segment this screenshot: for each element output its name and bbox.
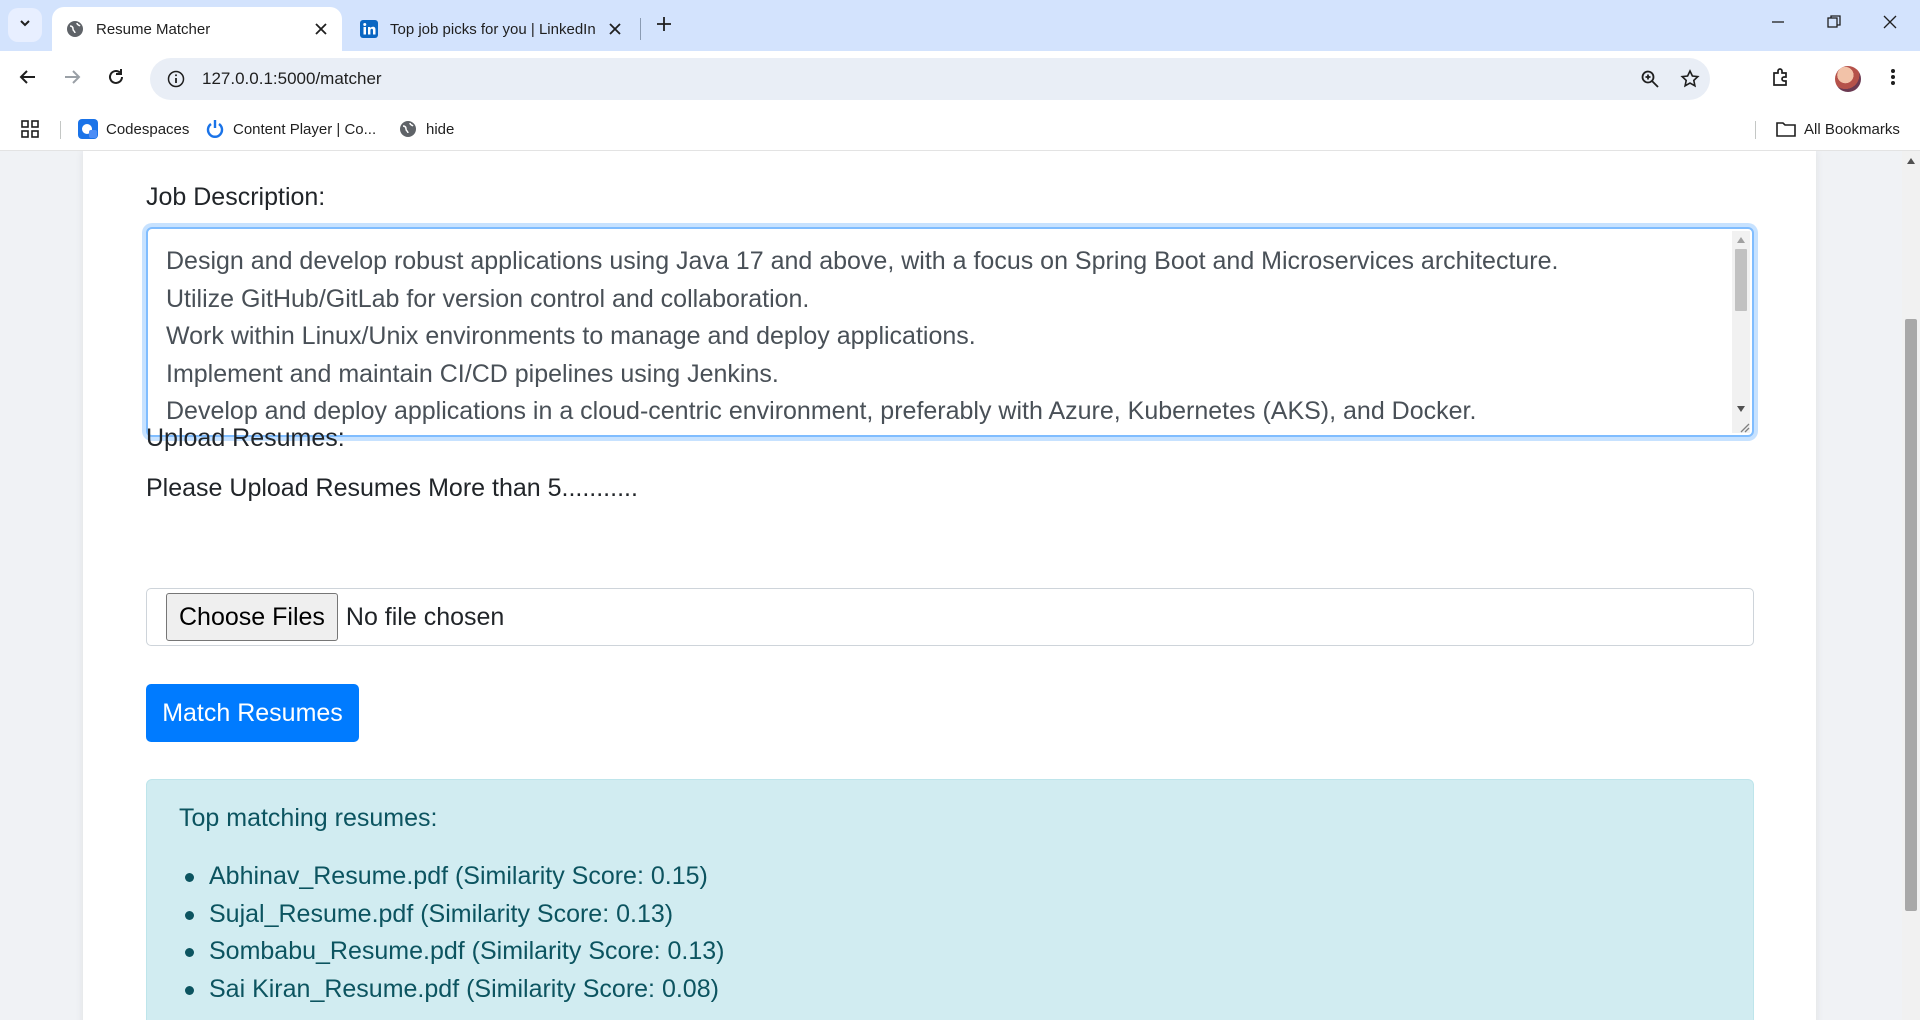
apps-grid-icon <box>20 119 40 139</box>
result-text: Sombabu_Resume.pdf (Similarity Score: 0.… <box>209 937 725 965</box>
bookmark-codespaces[interactable]: Codespaces <box>78 107 189 151</box>
match-resumes-button[interactable]: Match Resumes <box>146 684 359 742</box>
reload-icon <box>107 68 125 91</box>
page-viewport: Job Description: Design and develop robu… <box>0 151 1902 1020</box>
globe-icon <box>66 20 84 38</box>
page-scrollbar[interactable] <box>1902 151 1920 1020</box>
bookmark-label: hide <box>426 120 455 138</box>
choose-files-button[interactable]: Choose Files <box>166 593 338 641</box>
bullet-icon <box>185 910 194 920</box>
text-line: Implement and maintain CI/CD pipelines u… <box>166 359 779 388</box>
menu-button[interactable] <box>1875 61 1911 97</box>
restore-icon <box>1827 14 1841 34</box>
tab-search-button[interactable] <box>8 8 42 42</box>
plus-icon <box>656 16 672 37</box>
bullet-icon <box>185 948 194 957</box>
result-text: Abhinav_Resume.pdf (Similarity Score: 0.… <box>209 862 708 890</box>
file-input[interactable]: Choose Files No file chosen <box>146 588 1754 646</box>
all-bookmarks-button[interactable]: All Bookmarks <box>1776 107 1900 151</box>
reload-button[interactable] <box>98 61 134 97</box>
scrollbar-thumb[interactable] <box>1735 249 1747 311</box>
upload-hint: Please Upload Resumes More than 5.......… <box>146 474 638 502</box>
puzzle-icon <box>1771 67 1791 92</box>
tab-title: Resume Matcher <box>96 20 211 38</box>
forward-button[interactable] <box>54 61 90 97</box>
apps-button[interactable] <box>20 107 48 151</box>
close-icon[interactable] <box>310 18 332 40</box>
minimize-button[interactable] <box>1750 6 1806 42</box>
avatar <box>1835 66 1861 92</box>
tab-divider <box>640 18 641 40</box>
results-panel: Top matching resumes: Abhinav_Resume.pdf… <box>146 779 1754 1020</box>
bullet-icon <box>185 985 194 995</box>
job-description-label: Job Description: <box>146 183 326 211</box>
scroll-down-icon[interactable] <box>1735 403 1747 415</box>
tab-resume-matcher[interactable]: Resume Matcher <box>52 7 342 51</box>
address-bar[interactable]: 127.0.0.1:5000/matcher <box>150 58 1710 100</box>
site-info-icon[interactable] <box>164 67 188 91</box>
globe-icon <box>398 119 418 139</box>
tab-strip: Resume Matcher Top job picks for you | L… <box>0 0 1920 51</box>
zoom-icon[interactable] <box>1630 59 1670 99</box>
star-icon[interactable] <box>1670 59 1710 99</box>
arrow-right-icon <box>63 68 81 91</box>
bullet-icon <box>185 873 194 882</box>
tab-linkedin[interactable]: Top job picks for you | LinkedIn <box>346 7 636 51</box>
profile-button[interactable] <box>1830 61 1866 97</box>
text-line: Design and develop robust applications u… <box>166 247 1559 275</box>
extensions-button[interactable] <box>1763 61 1799 97</box>
scroll-up-icon[interactable] <box>1905 155 1917 167</box>
back-button[interactable] <box>10 61 46 97</box>
text-line: Utilize GitHub/GitLab for version contro… <box>166 284 810 313</box>
job-description-textarea[interactable]: Design and develop robust applications u… <box>146 227 1754 437</box>
result-item: Sujal_Resume.pdf (Similarity Score: 0.13… <box>185 896 725 934</box>
result-item: Abhinav_Resume.pdf (Similarity Score: 0.… <box>185 858 725 896</box>
close-icon <box>1883 15 1897 34</box>
results-list: Abhinav_Resume.pdf (Similarity Score: 0.… <box>179 858 725 1008</box>
more-vert-icon <box>1890 67 1896 92</box>
codespaces-icon <box>78 119 98 139</box>
result-item: Sombabu_Resume.pdf (Similarity Score: 0.… <box>185 933 725 971</box>
upload-resumes-label: Upload Resumes: <box>146 424 345 452</box>
bookmark-label: Codespaces <box>106 120 190 138</box>
power-icon <box>205 119 225 139</box>
job-description-text[interactable]: Design and develop robust applications u… <box>166 243 1726 431</box>
tab-title: Top job picks for you | LinkedIn <box>390 20 596 38</box>
page-scrollbar-thumb[interactable] <box>1905 319 1917 911</box>
bookmark-label: Content Player | Co... <box>233 120 377 138</box>
resize-handle-icon[interactable] <box>1736 419 1750 433</box>
bookmark-hide[interactable]: hide <box>398 107 454 151</box>
close-icon[interactable] <box>604 18 626 40</box>
results-heading: Top matching resumes: <box>179 804 438 832</box>
arrow-left-icon <box>19 68 37 91</box>
bookmark-divider <box>60 121 61 139</box>
browser-toolbar: 127.0.0.1:5000/matcher <box>0 51 1920 107</box>
linkedin-icon <box>360 20 378 38</box>
textarea-scrollbar[interactable] <box>1732 231 1750 433</box>
chevron-down-icon <box>18 16 32 35</box>
new-tab-button[interactable] <box>650 12 678 40</box>
result-text: Sai Kiran_Resume.pdf (Similarity Score: … <box>209 974 719 1003</box>
close-window-button[interactable] <box>1862 6 1918 42</box>
bookmark-content-player[interactable]: Content Player | Co... <box>205 107 376 151</box>
text-line: Develop and deploy applications in a clo… <box>166 397 1477 425</box>
result-item: Sai Kiran_Resume.pdf (Similarity Score: … <box>185 971 725 1009</box>
scroll-up-icon[interactable] <box>1735 234 1747 246</box>
url-text[interactable]: 127.0.0.1:5000/matcher <box>202 69 1630 89</box>
result-text: Sujal_Resume.pdf (Similarity Score: 0.13… <box>209 899 674 928</box>
all-bookmarks-label: All Bookmarks <box>1804 120 1900 138</box>
minimize-icon <box>1771 15 1785 34</box>
bookmark-divider <box>1755 121 1756 139</box>
file-status: No file chosen <box>345 602 505 631</box>
text-line: Work within Linux/Unix environments to m… <box>166 322 976 350</box>
bookmarks-bar: Codespaces Content Player | Co... hide A… <box>0 107 1920 151</box>
restore-button[interactable] <box>1806 6 1862 42</box>
folder-icon <box>1776 119 1796 139</box>
